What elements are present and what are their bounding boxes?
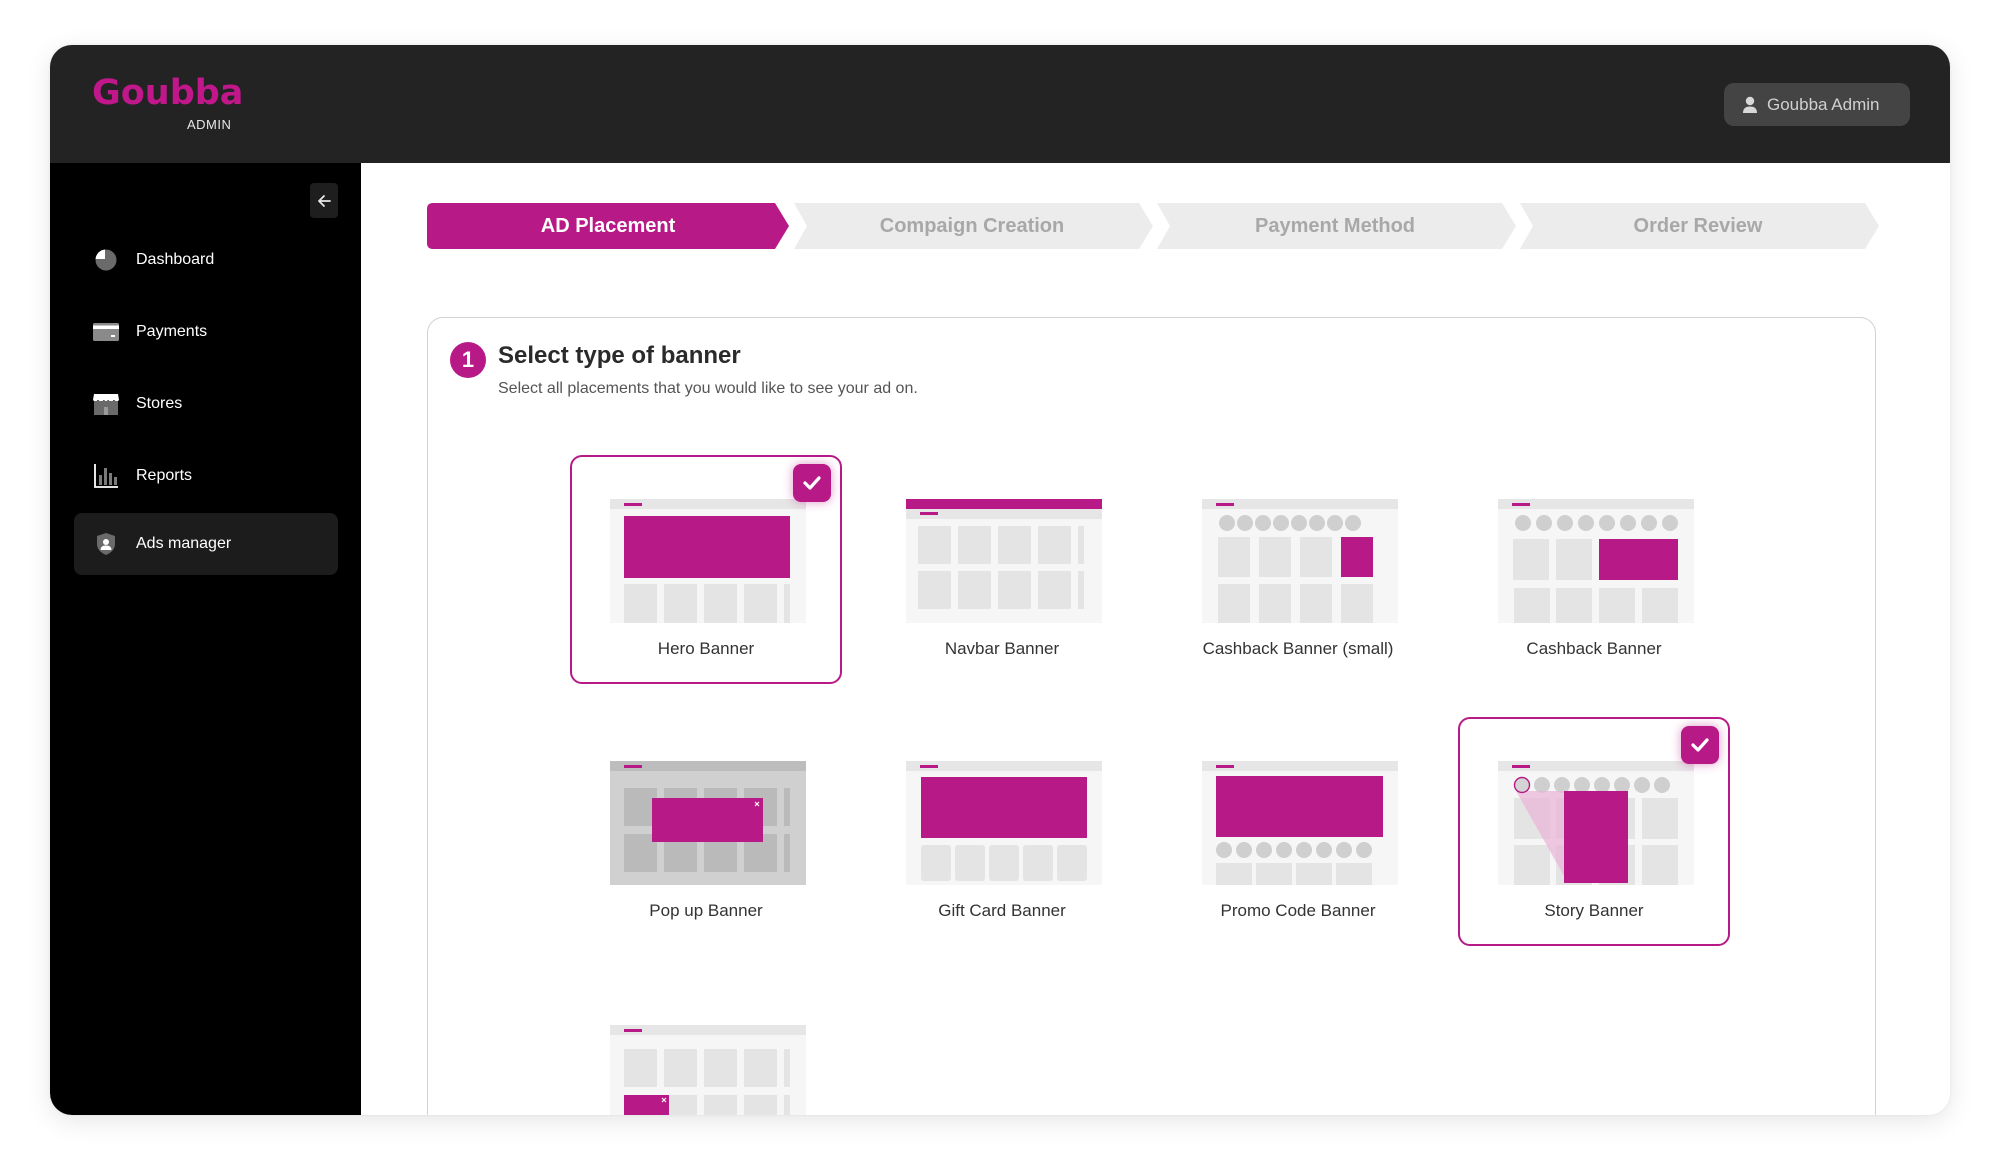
section-title: Select type of banner [498,342,741,369]
checkmark-icon[interactable] [793,464,831,502]
sidebar-item-label: Reports [136,467,193,484]
top-bar: Goubba ADMIN Goubba Admin [50,45,1950,163]
step-label: Compaign Creation [879,214,1065,237]
banner-card-story[interactable]: Story Banner [1458,717,1730,946]
banner-selection-panel: 1 Select type of banner Select all place… [427,317,1876,1115]
banner-card-hero[interactable]: Hero Banner [570,455,842,684]
sidebar-item-ads-manager[interactable]: Ads manager [74,513,338,575]
hero-banner-preview [610,499,806,623]
banner-card-popup[interactable]: Pop up Banner [570,717,842,946]
store-icon [92,390,120,418]
banner-label: Gift Card Banner [938,901,1066,920]
cashback-small-banner-preview [1202,499,1398,623]
cashback-banner-preview [1498,499,1694,623]
step-payment-method[interactable]: Payment Method [1154,203,1516,249]
banner-card-corner-popup[interactable] [570,981,842,1115]
logo-text: Goubba [92,73,244,113]
sidebar-item-stores[interactable]: Stores [74,373,338,435]
sidebar-item-reports[interactable]: Reports [74,445,338,507]
step-compaign-creation[interactable]: Compaign Creation [791,203,1153,249]
banner-label: Cashback Banner (small) [1202,639,1394,658]
credit-card-icon [92,318,120,346]
navbar-banner-preview [906,499,1102,623]
collapse-sidebar-button[interactable] [310,183,338,218]
logo[interactable]: Goubba ADMIN [92,73,244,132]
banner-card-cashback-small[interactable]: Cashback Banner (small) [1162,455,1434,684]
checkmark-icon[interactable] [1681,726,1719,764]
popup-banner-preview [610,761,806,885]
banner-label: Cashback Banner [1526,639,1662,658]
bar-chart-icon [92,462,120,490]
banner-card-navbar[interactable]: Navbar Banner [866,455,1138,684]
stepper: AD Placement Compaign Creation Payment M… [427,203,1879,249]
step-label: Payment Method [1254,214,1416,237]
banner-label: Promo Code Banner [1220,901,1376,920]
sidebar-item-label: Ads manager [136,535,232,552]
banner-label: Story Banner [1544,901,1644,920]
promo-banner-preview [1202,761,1398,885]
user-menu-button[interactable]: Goubba Admin [1724,83,1910,126]
sidebar-item-payments[interactable]: Payments [74,301,338,363]
step-label: Order Review [1633,214,1763,237]
arrow-left-icon [318,194,331,207]
sidebar-item-label: Dashboard [136,251,215,268]
app-window: Goubba ADMIN Goubba Admin Dashboard Paym… [50,45,1950,1115]
sidebar-item-label: Payments [136,323,208,340]
giftcard-banner-preview [906,761,1102,885]
banner-card-promo[interactable]: Promo Code Banner [1162,717,1434,946]
step-ad-placement[interactable]: AD Placement [427,203,789,249]
pie-chart-icon [92,246,120,274]
banner-label: Hero Banner [657,639,755,658]
logo-subtitle: ADMIN [187,117,232,132]
user-name: Goubba Admin [1767,94,1880,114]
section-number-badge: 1 [450,342,486,378]
sidebar: Dashboard Payments Stores Reports Ads ma… [50,163,361,1115]
shield-user-icon [92,530,120,558]
step-order-review[interactable]: Order Review [1517,203,1879,249]
banner-card-cashback[interactable]: Cashback Banner [1458,455,1730,684]
sidebar-item-label: Stores [136,395,183,412]
banner-label: Pop up Banner [649,901,763,920]
main-content: AD Placement Compaign Creation Payment M… [361,163,1950,1115]
step-label: AD Placement [540,214,676,237]
banner-card-giftcard[interactable]: Gift Card Banner [866,717,1138,946]
banner-label: Navbar Banner [944,639,1060,658]
section-subtitle: Select all placements that you would lik… [498,380,918,397]
story-banner-preview [1498,761,1694,885]
corner-popup-banner-preview [610,1025,806,1115]
sidebar-item-dashboard[interactable]: Dashboard [74,229,338,291]
user-icon [1743,96,1757,113]
